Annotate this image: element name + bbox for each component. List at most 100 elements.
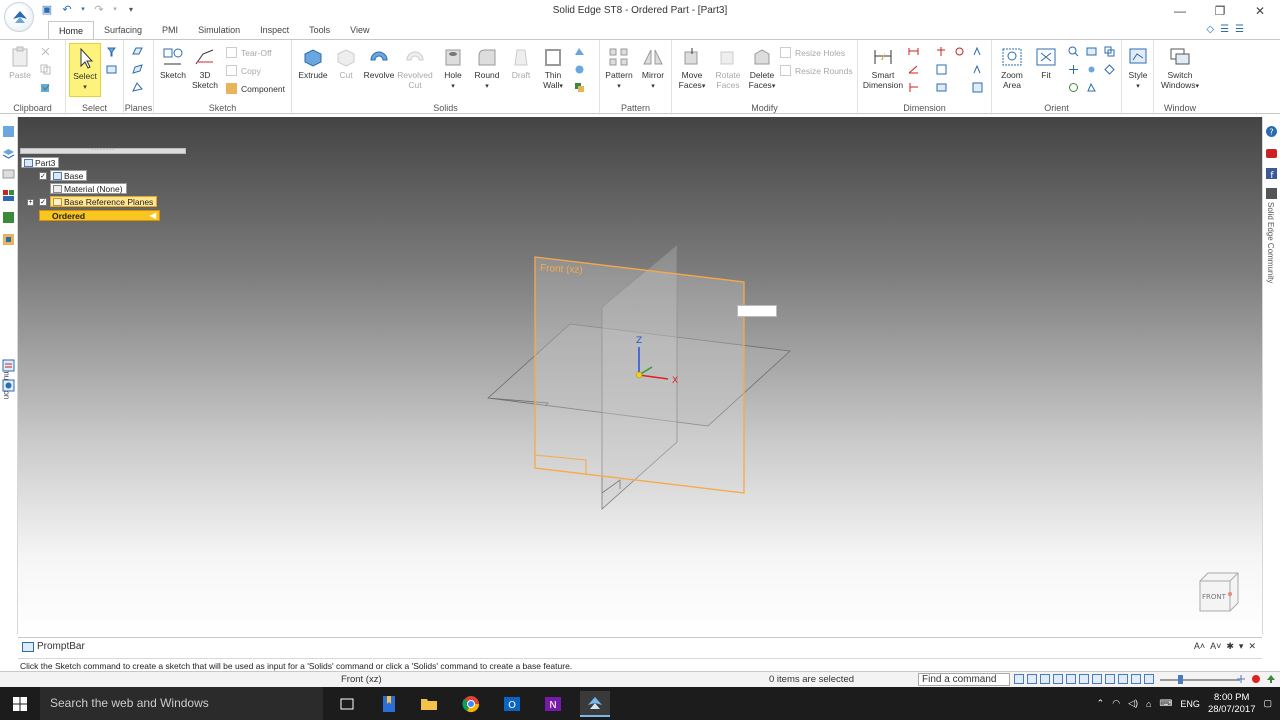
reference-planes-scene[interactable]: Z X — [18, 117, 1262, 637]
resize-rounds-button[interactable]: Resize Rounds — [780, 65, 853, 76]
resize-holes-button[interactable]: Resize Holes — [780, 47, 845, 58]
view-orientation-icon[interactable] — [1086, 82, 1097, 93]
switch-windows-button[interactable]: Switch Windows▾ — [1158, 46, 1202, 92]
pattern-button[interactable]: Pattern ▾ — [602, 46, 636, 92]
paste-button[interactable]: Paste — [6, 46, 34, 80]
dimension-axis-icon[interactable] — [936, 64, 947, 75]
taskbar-solid-edge[interactable] — [580, 691, 610, 717]
sketch-view-icon[interactable] — [1086, 46, 1097, 57]
start-button[interactable] — [0, 687, 40, 720]
taskbar-chrome[interactable] — [456, 691, 486, 717]
distance-between-icon[interactable] — [908, 46, 919, 57]
component-button[interactable]: Component — [226, 83, 285, 94]
youtube-icon[interactable] — [1265, 147, 1278, 160]
tab-surfacing[interactable]: Surfacing — [94, 21, 152, 39]
coordinate-dimension-icon[interactable] — [908, 82, 919, 93]
render-status-icon[interactable] — [1131, 674, 1141, 684]
zoom-area-status-icon[interactable] — [1027, 674, 1037, 684]
pan-status-icon[interactable] — [1066, 674, 1076, 684]
zoom-area-button[interactable]: Zoom Area — [996, 46, 1028, 90]
rotate-view-icon[interactable] — [1068, 82, 1079, 93]
add-body-icon[interactable] — [574, 64, 585, 75]
style-button[interactable]: Style ▾ — [1124, 46, 1152, 92]
thin-wall-button[interactable]: Thin Wall▾ — [538, 46, 568, 92]
boolean-icon[interactable] — [574, 82, 585, 93]
symmetric-icon[interactable] — [936, 46, 947, 57]
move-faces-button[interactable]: Move Faces▾ — [674, 46, 710, 92]
language-indicator[interactable]: ENG — [1180, 699, 1200, 709]
text-annotation-icon[interactable] — [972, 46, 983, 57]
tab-view[interactable]: View — [340, 21, 379, 39]
prompt-close-icon[interactable]: ✕ — [1248, 641, 1256, 652]
plane-by-3-points-icon[interactable] — [132, 82, 143, 93]
named-views-icon[interactable] — [1104, 64, 1115, 75]
styles-status-icon[interactable] — [1105, 674, 1115, 684]
volume-icon[interactable]: ◁) — [1128, 698, 1138, 709]
tab-inspect[interactable]: Inspect — [250, 21, 299, 39]
draft-button[interactable]: Draft — [506, 46, 536, 80]
angle-between-icon[interactable] — [908, 64, 919, 75]
mirror-button[interactable]: Mirror ▾ — [636, 46, 670, 92]
tab-tools[interactable]: Tools — [299, 21, 340, 39]
minimize-button[interactable]: — — [1160, 0, 1200, 22]
fit-button[interactable]: Fit — [1030, 46, 1062, 80]
plane-handle-tag[interactable] — [737, 305, 777, 317]
angled-plane-icon[interactable] — [132, 64, 143, 75]
help-icon[interactable]: ? — [1265, 125, 1278, 138]
shading-status-icon[interactable] — [1118, 674, 1128, 684]
prompt-options-icon[interactable]: ▾ — [1239, 641, 1244, 652]
tab-simulation[interactable]: Simulation — [188, 21, 250, 39]
facebook-icon[interactable]: f — [1265, 167, 1278, 180]
zoom-icon[interactable] — [1068, 46, 1079, 57]
extrude-button[interactable]: Extrude — [296, 46, 330, 80]
rotate-faces-button[interactable]: Rotate Faces — [710, 46, 746, 90]
text-style-icon[interactable] — [972, 64, 983, 75]
tab-pmi[interactable]: PMI — [152, 21, 188, 39]
copy-icon[interactable] — [40, 64, 51, 75]
delete-faces-button[interactable]: Delete Faces▾ — [744, 46, 780, 92]
rotate-status-icon[interactable] — [1079, 674, 1089, 684]
layers-icon[interactable] — [2, 147, 15, 160]
sketch-button[interactable]: Sketch — [158, 46, 188, 80]
zoom-status-icon[interactable] — [1040, 674, 1050, 684]
copy-sketch-button[interactable]: Copy — [226, 65, 261, 76]
zoom-slider[interactable] — [1160, 679, 1240, 681]
3d-sketch-button[interactable]: 3D Sketch — [190, 46, 220, 90]
relationship-icon[interactable] — [954, 46, 965, 57]
round-button[interactable]: Round ▾ — [470, 46, 504, 92]
previous-view-icon[interactable] — [1104, 46, 1115, 57]
community-tab-label[interactable]: Solid Edge Community — [1266, 202, 1275, 283]
smart-dimension-button[interactable]: Smart Dimension — [860, 46, 906, 90]
spin-about-icon[interactable] — [1086, 64, 1097, 75]
diamond-icon[interactable]: ◇ — [1206, 24, 1214, 35]
task-view-button[interactable] — [332, 691, 362, 717]
language-switch-icon[interactable]: ⌂ — [1146, 699, 1151, 709]
show-hidden-icons-icon[interactable]: ⌃ — [1097, 698, 1105, 709]
view-cube[interactable]: FRONT — [1194, 569, 1242, 617]
taskbar-onenote[interactable]: N — [538, 691, 568, 717]
taskbar-outlook[interactable]: O — [497, 691, 527, 717]
close-button[interactable]: ✕ — [1240, 0, 1280, 22]
decrease-font-icon[interactable]: A˅ — [1210, 641, 1221, 652]
cut-scissors-icon[interactable] — [40, 46, 51, 57]
record-icon[interactable] — [1251, 674, 1261, 684]
simulation-icon[interactable] — [2, 233, 15, 246]
zoom-in-icon[interactable] — [1236, 674, 1246, 684]
tab-home[interactable]: Home — [48, 21, 95, 39]
cut-button[interactable]: Cut — [332, 46, 360, 80]
list-icon[interactable]: ☰ — [1220, 24, 1229, 35]
increase-font-icon[interactable]: A˄ — [1194, 641, 1205, 652]
options-icon[interactable]: ☰ — [1235, 24, 1244, 35]
pin-icon[interactable]: ✱ — [1226, 641, 1234, 652]
action-center-icon[interactable]: ▢ — [1263, 698, 1272, 709]
feature-library-icon[interactable] — [2, 167, 15, 180]
dimension-style-icon[interactable] — [936, 82, 947, 93]
keyboard-icon[interactable]: ⌨ — [1159, 698, 1172, 709]
taskbar-app-store[interactable] — [374, 691, 404, 717]
find-command-input[interactable]: Find a command — [918, 673, 1010, 686]
select-filter-icon[interactable] — [106, 46, 117, 57]
family-of-parts-icon[interactable] — [2, 189, 15, 202]
view-previews-icon[interactable] — [2, 379, 15, 392]
wifi-icon[interactable]: ◠ — [1112, 698, 1120, 709]
fit-status-icon[interactable] — [1053, 674, 1063, 684]
